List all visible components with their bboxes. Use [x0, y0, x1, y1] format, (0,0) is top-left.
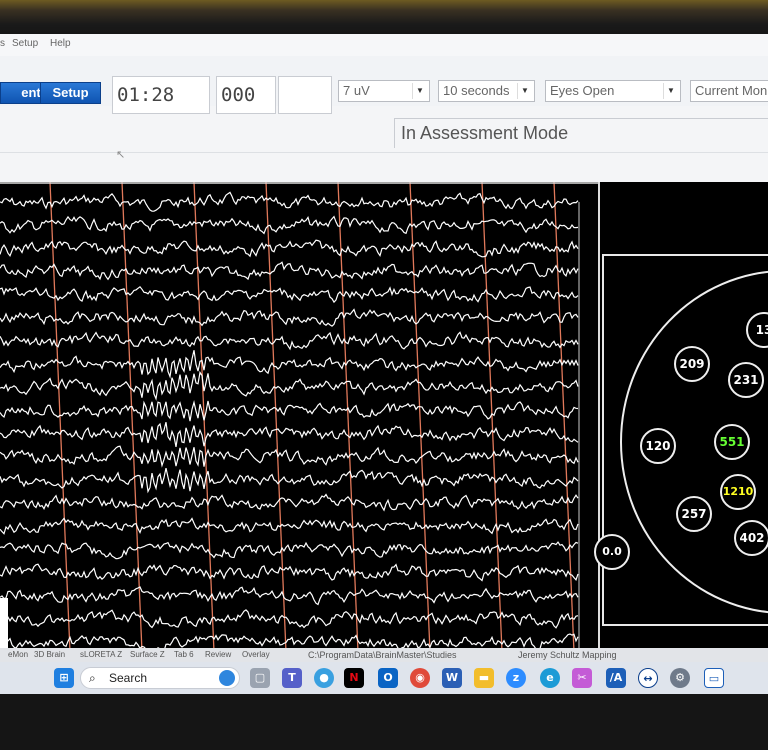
- taskbar-search[interactable]: ⌕ Search: [80, 667, 240, 689]
- netflix-icon[interactable]: N: [344, 668, 364, 688]
- tab-overlay[interactable]: Overlay: [242, 650, 270, 659]
- menu-bar: s Setup Help: [0, 34, 768, 56]
- condition-select[interactable]: Eyes Open ▼: [545, 80, 681, 102]
- current-mode-value: Current Mon: [695, 83, 768, 98]
- counter-display: 000: [216, 76, 276, 114]
- left-edge-label: [0, 598, 8, 648]
- tab-3d-brain[interactable]: 3D Brain: [34, 650, 65, 659]
- chevron-down-icon: ▼: [412, 83, 427, 99]
- electrode-value[interactable]: 402: [734, 520, 768, 556]
- tab-surface-z[interactable]: Surface Z: [130, 650, 165, 659]
- head-map-panel: 13 209 231 120 551 1210 257 402: [602, 254, 768, 626]
- app-window-icon[interactable]: ▭: [704, 668, 724, 688]
- electrode-value[interactable]: 231: [728, 362, 764, 398]
- electrode-value-peak[interactable]: 1210: [720, 474, 756, 510]
- monitor-bezel-top: [0, 0, 768, 34]
- windows-icon[interactable]: ⊞: [54, 668, 74, 688]
- zoom-icon[interactable]: z: [506, 668, 526, 688]
- chevron-down-icon: ▼: [663, 83, 678, 99]
- app-screen: s Setup Help ent Setup 01:28 000 7 uV ▼ …: [0, 34, 768, 694]
- gain-value: 7 uV: [343, 83, 370, 98]
- toolbar: ent Setup 01:28 000 7 uV ▼ 10 seconds ▼ …: [0, 56, 768, 114]
- search-icon: ⌕: [89, 671, 96, 685]
- condition-value: Eyes Open: [550, 83, 615, 98]
- task-view-icon[interactable]: ▢: [250, 668, 270, 688]
- menu-item-truncated[interactable]: s: [0, 38, 5, 49]
- snip-icon[interactable]: ✂: [572, 668, 592, 688]
- monitor-bezel-bottom: [0, 694, 768, 750]
- windows-taskbar: ⊞ ⌕ Search ▢ T ● N O ◉ W ▬ z e ✂ /A ↔ ⚙ …: [0, 662, 768, 694]
- folder-icon[interactable]: ▬: [474, 668, 494, 688]
- search-label: Search: [109, 671, 148, 685]
- outlook-icon[interactable]: O: [378, 668, 398, 688]
- session-user: Jeremy Schultz Mapping: [518, 650, 617, 660]
- brainmaster-icon[interactable]: /A: [606, 668, 626, 688]
- tab-6[interactable]: Tab 6: [174, 650, 194, 659]
- studies-path: C:\ProgramData\BrainMaster\Studies: [308, 650, 457, 660]
- electrode-value[interactable]: 120: [640, 428, 676, 464]
- teamviewer-icon[interactable]: ↔: [638, 668, 658, 688]
- timer-display: 01:28: [112, 76, 210, 114]
- duration-select[interactable]: 10 seconds ▼: [438, 80, 535, 102]
- word-icon[interactable]: W: [442, 668, 462, 688]
- electrode-value[interactable]: 257: [676, 496, 712, 532]
- mode-status: In Assessment Mode: [394, 118, 768, 148]
- eeg-trace-panel[interactable]: [0, 182, 600, 652]
- tab-review[interactable]: Review: [205, 650, 231, 659]
- menu-item-setup[interactable]: Setup: [12, 38, 38, 49]
- chevron-down-icon: ▼: [517, 83, 532, 99]
- view-tabs: eMon 3D Brain sLORETA Z Surface Z Tab 6 …: [0, 648, 768, 662]
- chrome-icon[interactable]: ◉: [410, 668, 430, 688]
- current-mode-select[interactable]: Current Mon: [690, 80, 768, 102]
- electrode-value-highlighted[interactable]: 551: [714, 424, 750, 460]
- menu-item-help[interactable]: Help: [50, 38, 71, 49]
- blank-display: [278, 76, 332, 114]
- reference-value[interactable]: 0.0: [594, 534, 630, 570]
- bing-icon: [219, 670, 235, 686]
- mouse-cursor-icon: ↖: [116, 149, 126, 161]
- eeg-canvas: [0, 182, 600, 652]
- edge-icon[interactable]: e: [540, 668, 560, 688]
- tab-sloreta-z[interactable]: sLORETA Z: [80, 650, 122, 659]
- duration-value: 10 seconds: [443, 83, 510, 98]
- gain-select[interactable]: 7 uV ▼: [338, 80, 430, 102]
- app-icon[interactable]: ●: [314, 668, 334, 688]
- settings-icon[interactable]: ⚙: [670, 668, 690, 688]
- teams-icon[interactable]: T: [282, 668, 302, 688]
- electrode-value[interactable]: 209: [674, 346, 710, 382]
- tab-emon[interactable]: eMon: [8, 650, 28, 659]
- setup-button[interactable]: Setup: [40, 82, 101, 104]
